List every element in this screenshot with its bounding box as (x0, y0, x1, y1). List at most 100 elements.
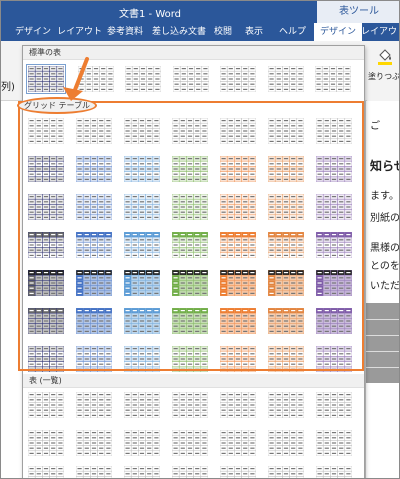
table-style-thumbnail[interactable] (76, 194, 112, 220)
table-style-thumbnail[interactable] (124, 232, 160, 258)
tab-layout[interactable]: レイアウト (57, 23, 102, 41)
table-style-thumbnail[interactable] (268, 118, 304, 144)
table-style-thumbnail[interactable] (220, 430, 256, 456)
table-style-thumbnail[interactable] (220, 66, 256, 92)
section-header-list-tables: 表 (一覧) (23, 374, 364, 388)
ribbon-partial-label: 列) (1, 82, 15, 93)
table-style-thumbnail[interactable] (220, 194, 256, 220)
table-style-thumbnail[interactable] (220, 466, 256, 479)
table-style-thumbnail[interactable] (172, 118, 208, 144)
table-style-thumbnail[interactable] (78, 66, 114, 92)
table-style-thumbnail[interactable] (76, 308, 112, 334)
table-style-thumbnail[interactable] (268, 430, 304, 456)
table-style-thumbnail[interactable] (172, 466, 208, 479)
table-style-thumbnail[interactable] (268, 66, 304, 92)
tab-references[interactable]: 参考資料 (107, 23, 143, 41)
table-style-thumbnail[interactable] (316, 308, 352, 334)
tab-design[interactable]: デザイン (15, 23, 51, 41)
tab-table-layout[interactable]: レイアウト (361, 23, 399, 41)
table-style-thumbnail[interactable] (220, 156, 256, 182)
table-style-thumbnail[interactable] (220, 118, 256, 144)
table-style-thumbnail[interactable] (124, 118, 160, 144)
table-style-thumbnail[interactable] (28, 346, 64, 372)
table-style-thumbnail[interactable] (28, 308, 64, 334)
table-style-thumbnail[interactable] (76, 156, 112, 182)
table-style-thumbnail[interactable] (316, 392, 352, 418)
table-style-thumbnail[interactable] (268, 466, 304, 479)
table-style-thumbnail[interactable] (316, 466, 352, 479)
table-style-thumbnail[interactable] (316, 156, 352, 182)
table-style-thumbnail[interactable] (76, 466, 112, 479)
table-style-thumbnail[interactable] (76, 118, 112, 144)
table-style-thumbnail[interactable] (124, 466, 160, 479)
table-style-thumbnail[interactable] (316, 346, 352, 372)
table-style-thumbnail[interactable] (268, 308, 304, 334)
doc-text-line: ご (370, 121, 380, 132)
table-style-thumbnail[interactable] (220, 392, 256, 418)
table-style-thumbnail[interactable] (28, 194, 64, 220)
table-style-thumbnail[interactable] (268, 156, 304, 182)
table-style-thumbnail[interactable] (76, 392, 112, 418)
table-style-thumbnail[interactable] (76, 270, 112, 296)
table-style-thumbnail[interactable] (28, 270, 64, 296)
table-style-thumbnail[interactable] (28, 392, 64, 418)
table-style-thumbnail[interactable] (172, 430, 208, 456)
table-style-thumbnail[interactable] (220, 308, 256, 334)
table-style-thumbnail[interactable] (26, 64, 66, 94)
ribbon-tabs: デザイン レイアウト 参考資料 差し込み文書 校閲 表示 ヘルプ デザイン レイ… (1, 23, 399, 41)
table-style-thumbnail[interactable] (268, 346, 304, 372)
table-style-thumbnail[interactable] (124, 430, 160, 456)
table-style-thumbnail[interactable] (124, 392, 160, 418)
table-style-thumbnail[interactable] (173, 66, 209, 92)
table-style-thumbnail[interactable] (125, 66, 161, 92)
table-style-thumbnail[interactable] (268, 232, 304, 258)
table-style-thumbnail[interactable] (76, 430, 112, 456)
table-style-thumbnail[interactable] (172, 392, 208, 418)
table-style-thumbnail[interactable] (220, 346, 256, 372)
table-style-thumbnail[interactable] (76, 232, 112, 258)
table-style-thumbnail[interactable] (28, 118, 64, 144)
table-style-thumbnail[interactable] (28, 232, 64, 258)
table-style-thumbnail[interactable] (268, 270, 304, 296)
table-style-thumbnail[interactable] (172, 232, 208, 258)
shading-button-label: 塗りつぶし (368, 72, 400, 81)
doc-text-line: 黒様の (370, 243, 400, 254)
table-style-thumbnail[interactable] (316, 430, 352, 456)
tab-view[interactable]: 表示 (245, 23, 263, 41)
table-style-thumbnail[interactable] (316, 270, 352, 296)
doc-table[interactable] (366, 303, 399, 383)
table-style-thumbnail[interactable] (124, 346, 160, 372)
table-style-thumbnail[interactable] (172, 346, 208, 372)
doc-text-line: 知らせ (370, 159, 399, 173)
table-style-thumbnail[interactable] (172, 308, 208, 334)
table-style-thumbnail[interactable] (268, 194, 304, 220)
paint-bucket-icon (378, 49, 392, 65)
tab-help[interactable]: ヘルプ (279, 23, 306, 41)
document-area[interactable]: ご 知らせ ます。 別紙の 黒様の とのを、 いただき (365, 101, 400, 478)
table-style-thumbnail[interactable] (172, 270, 208, 296)
tab-review[interactable]: 校閲 (214, 23, 232, 41)
table-style-thumbnail[interactable] (28, 156, 64, 182)
table-style-thumbnail[interactable] (172, 156, 208, 182)
table-style-thumbnail[interactable] (28, 430, 64, 456)
table-style-thumbnail[interactable] (124, 156, 160, 182)
table-style-thumbnail[interactable] (220, 270, 256, 296)
table-style-thumbnail[interactable] (124, 308, 160, 334)
table-style-thumbnail[interactable] (124, 194, 160, 220)
tab-table-design[interactable]: デザイン (314, 23, 363, 41)
table-style-thumbnail[interactable] (316, 118, 352, 144)
section-header-grid-tables: グリッド テーブル (17, 97, 97, 114)
table-style-thumbnail[interactable] (124, 270, 160, 296)
table-style-thumbnail[interactable] (172, 194, 208, 220)
table-style-thumbnail[interactable] (316, 194, 352, 220)
shading-button[interactable]: 塗りつぶし (367, 41, 400, 101)
table-style-thumbnail[interactable] (28, 466, 64, 479)
table-style-thumbnail[interactable] (315, 66, 351, 92)
table-style-thumbnail[interactable] (268, 392, 304, 418)
table-style-thumbnail[interactable] (220, 232, 256, 258)
tab-mailings[interactable]: 差し込み文書 (152, 23, 206, 41)
doc-text-line: 別紙の (370, 213, 400, 224)
doc-text-line: とのを、 (370, 261, 400, 272)
table-style-thumbnail[interactable] (316, 232, 352, 258)
table-style-thumbnail[interactable] (76, 346, 112, 372)
